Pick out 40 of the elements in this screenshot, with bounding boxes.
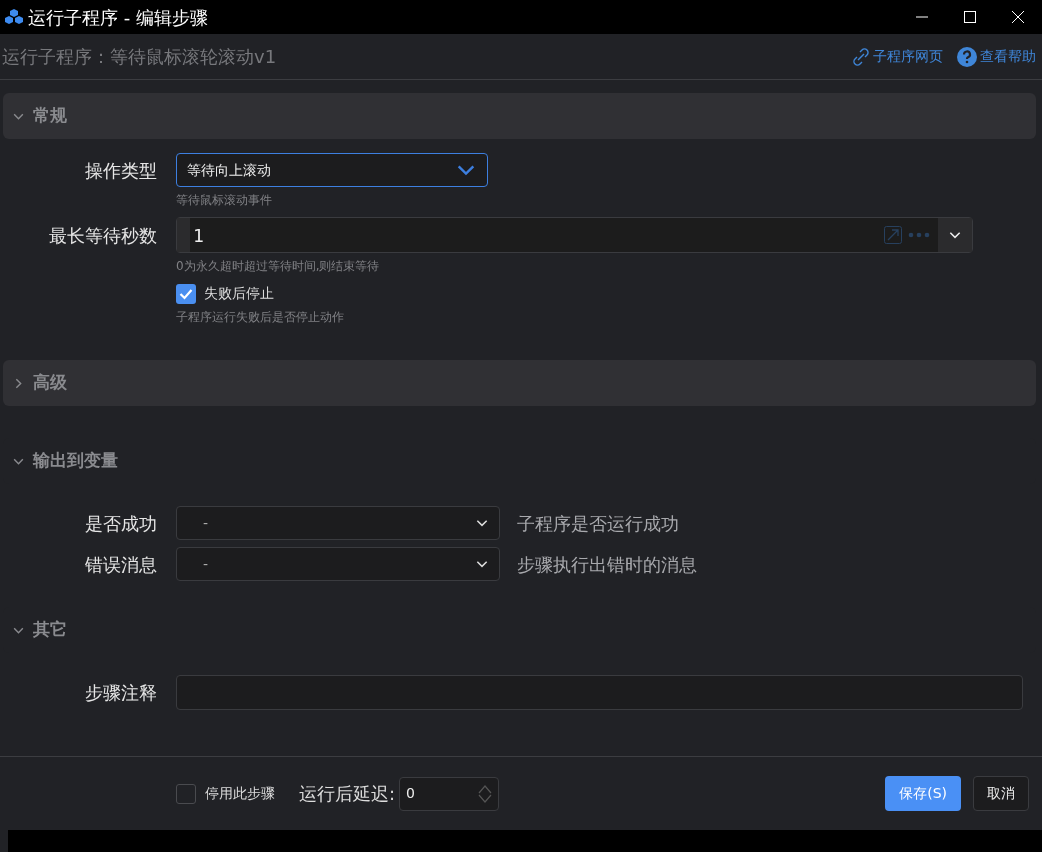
field-description: 步骤执行出错时的消息 <box>517 552 697 577</box>
section-header[interactable]: 高级 <box>3 360 1036 406</box>
close-icon[interactable] <box>1012 11 1024 23</box>
section-title[interactable]: 输出到变量 <box>33 448 118 474</box>
hint-text: 等待鼠标滚动事件 <box>176 192 273 209</box>
checkbox-label[interactable]: 停用此步骤 <box>205 783 275 804</box>
header-link[interactable]: 子程序网页 <box>873 46 943 67</box>
checkbox[interactable] <box>176 783 196 804</box>
delay-spinner[interactable]: 0 <box>399 776 500 811</box>
type-dropdown[interactable]: 等待向上滚动 <box>176 153 488 187</box>
window-title: 运行子程序 - 编辑步骤 <box>28 5 208 30</box>
variable-dropdown[interactable]: - <box>176 547 500 581</box>
field-label: 操作类型 <box>84 159 157 183</box>
delay-label: 运行后延迟: <box>299 782 396 806</box>
section-title[interactable]: 常规 <box>33 103 67 129</box>
header-link[interactable]: 查看帮助 <box>980 46 1036 67</box>
field-description: 子程序是否运行成功 <box>517 511 679 536</box>
save-button[interactable]: 保存(S) <box>885 776 961 811</box>
note-field[interactable] <box>176 675 1023 710</box>
hint-text: 0为永久超时超过等待时间,则结束等待 <box>176 258 381 275</box>
number-field[interactable]: 1 <box>176 217 973 253</box>
cancel-button[interactable]: 取消 <box>973 776 1029 811</box>
app-icon <box>4 8 24 26</box>
field-label: 是否成功 <box>84 511 157 536</box>
maximize-icon[interactable] <box>964 11 976 23</box>
variable-dropdown[interactable]: - <box>176 506 500 540</box>
field-label: 步骤注释 <box>84 681 157 705</box>
link-icon[interactable] <box>852 47 870 66</box>
field-label: 错误消息 <box>84 552 157 577</box>
checkbox-label[interactable]: 失败后停止 <box>204 283 274 304</box>
checkbox[interactable] <box>176 283 196 304</box>
hint-text: 子程序运行失败后是否停止动作 <box>176 309 344 326</box>
section-title[interactable]: 高级 <box>33 370 67 396</box>
field-label: 最长等待秒数 <box>48 224 157 248</box>
value-input[interactable]: 1 <box>177 218 884 252</box>
section-header[interactable]: 常规 <box>3 93 1036 139</box>
help-icon[interactable] <box>957 46 977 67</box>
page-title: 运行子程序：等待鼠标滚轮滚动v1 <box>2 45 278 69</box>
spinner-icon[interactable] <box>478 783 493 804</box>
section-title[interactable]: 其它 <box>33 617 67 643</box>
